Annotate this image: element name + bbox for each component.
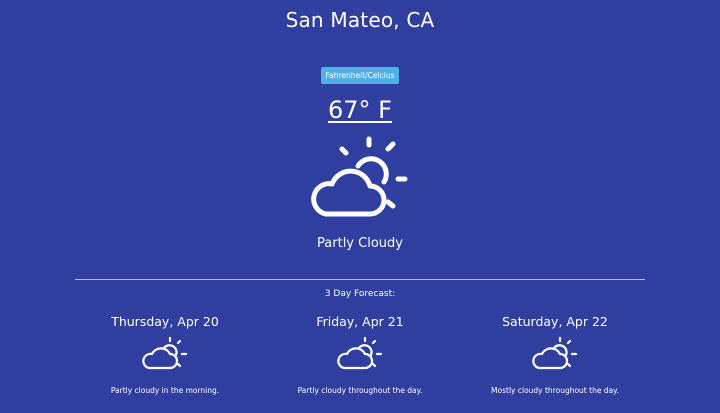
forecast-day-description: Partly cloudy in the morning. xyxy=(110,386,220,395)
forecast-day-name: Saturday, Apr 22 xyxy=(502,314,608,329)
divider xyxy=(75,279,645,280)
current-temperature: 67° F xyxy=(0,95,720,125)
forecast-day-name: Friday, Apr 21 xyxy=(316,314,404,329)
forecast-day-2: Friday, Apr 21 Partly cloudy throughout … xyxy=(270,314,450,395)
partly-cloudy-icon xyxy=(337,336,383,370)
unit-toggle-button[interactable]: Fahrenheit/Celcius xyxy=(321,67,399,84)
forecast-day-3: Saturday, Apr 22 Mostly cloudy throughou… xyxy=(465,314,645,395)
forecast-title: 3 Day Forecast: xyxy=(324,289,396,299)
forecast-day-description: Mostly cloudy throughout the day. xyxy=(491,386,619,395)
temperature-link[interactable]: 67° F xyxy=(328,96,392,124)
partly-cloudy-icon xyxy=(532,336,578,370)
forecast-day-description: Partly cloudy throughout the day. xyxy=(297,386,423,395)
partly-cloudy-icon xyxy=(311,136,408,217)
forecast-day-1: Thursday, Apr 20 Partly cloudy in the mo… xyxy=(75,314,255,395)
partly-cloudy-icon xyxy=(142,336,188,370)
forecast-day-name: Thursday, Apr 20 xyxy=(111,314,219,329)
current-condition: Partly Cloudy xyxy=(317,236,403,251)
location-title: San Mateo, CA xyxy=(285,8,435,32)
